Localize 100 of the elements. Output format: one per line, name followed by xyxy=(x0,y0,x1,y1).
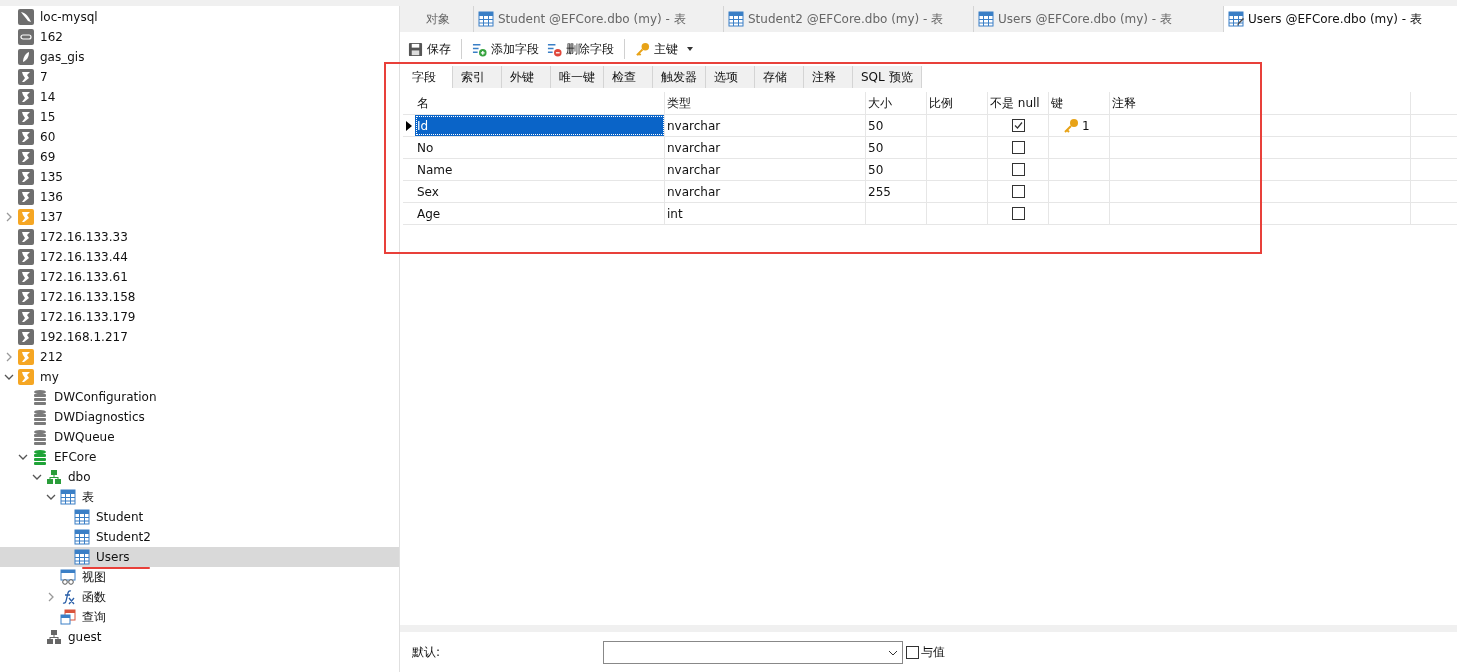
column-header: 名 xyxy=(415,92,665,114)
tree-item[interactable]: 172.16.133.44 xyxy=(0,247,399,267)
tree-item[interactable]: gas_gis xyxy=(0,47,399,67)
designer-tab[interactable]: 字段 xyxy=(404,66,453,88)
checkbox[interactable] xyxy=(1011,185,1025,198)
key-icon xyxy=(635,41,650,57)
editor-tab[interactable]: Student2 @EFCore.dbo (my) - 表 xyxy=(724,6,974,32)
add-field-button[interactable]: 添加字段 xyxy=(470,38,541,60)
editor-tab[interactable]: Users @EFCore.dbo (my) - 表 xyxy=(974,6,1224,32)
column-header: 大小 xyxy=(866,92,927,114)
designer-tab[interactable]: 触发器 xyxy=(653,66,706,88)
tree-item[interactable]: 视图 xyxy=(0,567,399,587)
tree-item[interactable]: 60 xyxy=(0,127,399,147)
chevron-icon[interactable] xyxy=(32,472,42,482)
tree-item[interactable]: 15 xyxy=(0,107,399,127)
tree-item[interactable]: 172.16.133.158 xyxy=(0,287,399,307)
designer-tab[interactable]: 存储 xyxy=(755,66,804,88)
checkbox[interactable] xyxy=(1011,141,1025,154)
underline-mark xyxy=(82,567,150,569)
tree-item-selected[interactable]: Users xyxy=(0,547,399,567)
checkbox[interactable] xyxy=(1011,119,1025,132)
tree-item[interactable]: 14 xyxy=(0,87,399,107)
table-cell[interactable]: 255 xyxy=(866,181,927,202)
editor-tab[interactable]: 对象 xyxy=(402,6,474,32)
designer-tab[interactable]: 外键 xyxy=(502,66,551,88)
tree-item[interactable]: guest xyxy=(0,627,399,647)
key-order: 1 xyxy=(1082,118,1090,133)
tree-item[interactable]: 7 xyxy=(0,67,399,87)
table-icon xyxy=(728,11,744,27)
tree-item[interactable]: EFCore xyxy=(0,447,399,467)
column-header: 不是 null xyxy=(988,92,1049,114)
tree-item[interactable]: 172.16.133.179 xyxy=(0,307,399,327)
table-cell[interactable]: nvarchar xyxy=(665,159,866,180)
tree-item[interactable]: DWDiagnostics xyxy=(0,407,399,427)
tree-item[interactable]: 136 xyxy=(0,187,399,207)
tree-item[interactable]: 172.16.133.33 xyxy=(0,227,399,247)
table-cell[interactable]: No xyxy=(415,137,665,158)
caret-icon xyxy=(686,45,694,53)
default-label: 默认: xyxy=(412,643,442,661)
table-icon xyxy=(60,489,76,505)
checkbox[interactable] xyxy=(1011,163,1025,176)
key-icon xyxy=(1063,117,1079,134)
tree-item[interactable]: 162 xyxy=(0,27,399,47)
current-row-icon xyxy=(406,120,412,131)
add-field-icon xyxy=(472,41,487,57)
tree-item[interactable]: 查询 xyxy=(0,607,399,627)
tree-item[interactable]: 69 xyxy=(0,147,399,167)
tree-item[interactable]: Student xyxy=(0,507,399,527)
column-header: 键 xyxy=(1049,92,1110,114)
chevron-icon xyxy=(888,649,898,656)
column-header: 注释 xyxy=(1110,92,1411,114)
table-cell[interactable]: Sex xyxy=(415,181,665,202)
chevron-icon[interactable] xyxy=(4,372,14,382)
tree-item[interactable]: 172.16.133.61 xyxy=(0,267,399,287)
tree-item[interactable]: 137 xyxy=(0,207,399,227)
tree-item[interactable]: 212 xyxy=(0,347,399,367)
table-cell[interactable]: nvarchar xyxy=(665,115,866,136)
checkbox-label: 与值 xyxy=(921,643,945,661)
chevron-icon[interactable] xyxy=(46,492,56,502)
designer-tab[interactable]: 选项 xyxy=(706,66,755,88)
table-cell[interactable]: 50 xyxy=(866,137,927,158)
editor-tab[interactable]: Users @EFCore.dbo (my) - 表 xyxy=(1224,6,1457,32)
table-cell[interactable]: nvarchar xyxy=(665,137,866,158)
designer-tab[interactable]: 检查 xyxy=(604,66,653,88)
designer-tab[interactable]: 唯一键 xyxy=(551,66,604,88)
table-icon xyxy=(74,529,90,545)
tree-item[interactable]: my xyxy=(0,367,399,387)
tree-item[interactable]: 表 xyxy=(0,487,399,507)
tree-item[interactable]: 192.168.1.217 xyxy=(0,327,399,347)
tree-item[interactable]: 函数 xyxy=(0,587,399,607)
table-cell[interactable]: 50 xyxy=(866,115,927,136)
table-cell[interactable]: int xyxy=(665,203,866,224)
primary-key-button[interactable]: 主键 xyxy=(633,38,696,60)
table-cell[interactable]: Age xyxy=(415,203,665,224)
table-icon xyxy=(74,549,90,565)
table-icon xyxy=(978,11,994,27)
tree-item[interactable]: Student2 xyxy=(0,527,399,547)
tree-item[interactable]: DWQueue xyxy=(0,427,399,447)
checkbox[interactable] xyxy=(906,645,919,659)
designer-tab[interactable]: SQL 预览 xyxy=(853,66,922,88)
table-cell[interactable]: 50 xyxy=(866,159,927,180)
tree-item[interactable]: 135 xyxy=(0,167,399,187)
function-icon xyxy=(60,589,76,605)
table-cell[interactable]: Name xyxy=(415,159,665,180)
checkbox[interactable] xyxy=(1011,207,1025,220)
save-icon xyxy=(408,41,423,57)
editor-tab[interactable]: Student @EFCore.dbo (my) - 表 xyxy=(474,6,724,32)
tree-item[interactable]: DWConfiguration xyxy=(0,387,399,407)
chevron-icon[interactable] xyxy=(18,452,28,462)
table-cell[interactable]: nvarchar xyxy=(665,181,866,202)
table-edit-icon xyxy=(1228,11,1244,27)
delete-field-button[interactable]: 删除字段 xyxy=(545,38,616,60)
table-cell[interactable]: Id xyxy=(415,115,665,136)
column-header: 类型 xyxy=(665,92,866,114)
designer-tab[interactable]: 索引 xyxy=(453,66,502,88)
designer-tab[interactable]: 注释 xyxy=(804,66,853,88)
tree-item[interactable]: loc-mysql xyxy=(0,7,399,27)
tree-item[interactable]: dbo xyxy=(0,467,399,487)
save-button[interactable]: 保存 xyxy=(406,38,453,60)
table-icon xyxy=(74,509,90,525)
